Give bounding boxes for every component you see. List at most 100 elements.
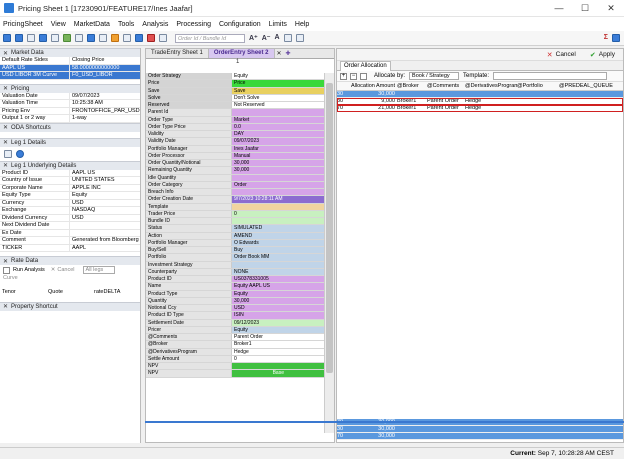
info-icon[interactable] bbox=[16, 149, 24, 158]
column-header[interactable]: @Comments bbox=[427, 82, 465, 90]
apply-button[interactable]: ✔ Apply bbox=[590, 51, 615, 59]
export-icon[interactable] bbox=[295, 34, 304, 42]
field-value[interactable]: Equity bbox=[232, 290, 324, 297]
close-icon[interactable]: ✕ bbox=[3, 162, 8, 169]
field-value[interactable]: Equity bbox=[232, 326, 324, 333]
property-row[interactable]: Ex Date bbox=[0, 229, 140, 237]
menu-analysis[interactable]: Analysis bbox=[142, 21, 168, 28]
field-value[interactable]: Not Reserved bbox=[232, 102, 324, 109]
field-row[interactable]: Remaining Quantity 30,000 bbox=[146, 167, 324, 175]
table-cell[interactable]: 9,000 bbox=[345, 98, 397, 104]
field-value[interactable]: Save bbox=[232, 87, 324, 94]
field-value[interactable]: ISIN bbox=[232, 312, 324, 319]
scroll-thumb[interactable] bbox=[326, 83, 333, 373]
table-cell[interactable] bbox=[465, 91, 517, 97]
field-row[interactable]: Order Quantity/Notional 30,000 bbox=[146, 160, 324, 168]
property-row[interactable]: Valuation Time 10:25:38 AM bbox=[0, 100, 140, 108]
field-value[interactable]: 30,000 bbox=[232, 167, 324, 174]
field-value[interactable]: Broker1 bbox=[232, 341, 324, 348]
table-cell[interactable] bbox=[517, 98, 559, 104]
chart-icon[interactable] bbox=[87, 34, 95, 42]
oda-shortcuts-section[interactable]: ✕ ODA Shortcuts bbox=[0, 122, 140, 132]
remove-icon[interactable]: − bbox=[350, 72, 357, 80]
copy-icon[interactable] bbox=[27, 34, 35, 42]
minimize-button[interactable]: — bbox=[546, 0, 572, 17]
close-icon[interactable]: ✕ bbox=[3, 85, 8, 92]
menu-processing[interactable]: Processing bbox=[176, 21, 211, 28]
property-value[interactable]: Equity bbox=[70, 192, 140, 199]
table-cell[interactable]: 70 bbox=[337, 105, 345, 111]
save-icon[interactable] bbox=[39, 34, 47, 42]
property-row[interactable]: TICKER AAPL bbox=[0, 244, 140, 252]
filter-icon[interactable] bbox=[123, 34, 131, 42]
column-header[interactable]: @PREDEAL_QUEUE bbox=[559, 82, 619, 90]
table-cell[interactable]: Parent Order bbox=[427, 98, 465, 104]
calc-icon[interactable] bbox=[111, 34, 119, 42]
table-cell[interactable]: Broker1 bbox=[397, 105, 427, 111]
property-row[interactable]: Dividend Currency USD bbox=[0, 214, 140, 222]
field-row[interactable]: Parent Id bbox=[146, 109, 324, 117]
table-cell[interactable]: Broker1 bbox=[397, 98, 427, 104]
field-value[interactable] bbox=[232, 189, 324, 196]
close-icon[interactable]: ✕ bbox=[3, 258, 8, 265]
alert-icon[interactable] bbox=[147, 34, 155, 42]
field-value[interactable]: Order bbox=[232, 181, 324, 188]
column-header[interactable] bbox=[337, 82, 345, 90]
field-value[interactable]: Manual bbox=[232, 152, 324, 159]
table-cell[interactable] bbox=[397, 91, 427, 97]
table-cell[interactable] bbox=[559, 98, 619, 104]
field-value[interactable]: Price bbox=[232, 80, 324, 87]
field-row[interactable]: Quantity 30,000 bbox=[146, 297, 324, 305]
menu-marketdata[interactable]: MarketData bbox=[74, 21, 110, 28]
field-row[interactable]: Portfolio Order Book MM bbox=[146, 254, 324, 262]
field-row[interactable]: Product Type Equity bbox=[146, 290, 324, 298]
table-row[interactable]: 70 21,000 Broker1 Parent Order Hedge bbox=[337, 105, 623, 112]
field-row[interactable]: Product ID US0378331005 bbox=[146, 276, 324, 284]
property-row[interactable]: Comment Generated from Bloomberg bbox=[0, 237, 140, 245]
cancel-button[interactable]: ✕ Cancel bbox=[547, 51, 576, 59]
field-row[interactable]: Reserved Not Reserved bbox=[146, 102, 324, 110]
table-cell[interactable]: 30 bbox=[337, 98, 345, 104]
field-value[interactable]: 9/7/2023 10:28:11 AM bbox=[232, 196, 324, 203]
menu-view[interactable]: View bbox=[51, 21, 66, 28]
allocate-by-select[interactable]: Book / Strategy bbox=[409, 72, 460, 80]
field-row[interactable]: NPV bbox=[146, 363, 324, 371]
table-cell[interactable]: Hedge bbox=[465, 105, 517, 111]
field-value[interactable]: Ines Jaafar bbox=[232, 145, 324, 152]
rate-cancel-button[interactable]: Cancel bbox=[57, 267, 74, 273]
property-row[interactable]: USD LIBOR 3M Curve F0_USD_LIBOR bbox=[0, 72, 140, 80]
field-value[interactable]: 30,000 bbox=[232, 297, 324, 304]
vertical-scrollbar[interactable] bbox=[324, 73, 334, 433]
table-cell[interactable]: Hedge bbox=[465, 98, 517, 104]
field-row[interactable]: Template bbox=[146, 203, 324, 211]
tab-add-icon[interactable]: ✚ bbox=[284, 49, 293, 58]
column-header[interactable]: @DerivativesProgram bbox=[465, 82, 517, 90]
font-bold-icon[interactable]: A bbox=[275, 34, 280, 42]
property-shortcut-section[interactable]: ✕ Property Shortcut bbox=[0, 301, 140, 311]
field-row[interactable]: Settlement Date 09/12/2023 bbox=[146, 319, 324, 327]
property-row[interactable]: Exchange NASDAQ bbox=[0, 207, 140, 215]
field-value[interactable]: AMEND bbox=[232, 232, 324, 239]
table-cell[interactable] bbox=[427, 91, 465, 97]
table-cell[interactable]: 30 bbox=[337, 91, 345, 97]
table-cell[interactable] bbox=[559, 91, 619, 97]
field-row[interactable]: Order Processor Manual bbox=[146, 152, 324, 160]
grid-icon[interactable] bbox=[63, 34, 71, 42]
property-value[interactable]: USD bbox=[70, 200, 140, 207]
curve-select[interactable]: Curve bbox=[0, 275, 140, 283]
field-row[interactable]: @Comments Parent Order bbox=[146, 334, 324, 342]
property-row[interactable]: Corporate Name APPLE INC bbox=[0, 184, 140, 192]
field-row[interactable]: Portfolio Manager Ines Jaafar bbox=[146, 145, 324, 153]
menu-help[interactable]: Help bbox=[295, 21, 309, 28]
field-value[interactable]: Equity AAPL US bbox=[232, 283, 324, 290]
property-value[interactable]: AAPL US bbox=[70, 170, 140, 177]
field-value[interactable]: 0 bbox=[232, 355, 324, 362]
field-row[interactable]: Order Category Order bbox=[146, 181, 324, 189]
property-row[interactable]: Valuation Date 09/07/2023 bbox=[0, 92, 140, 100]
field-row[interactable]: Order Creation Date 9/7/2023 10:28:11 AM bbox=[146, 196, 324, 204]
property-row[interactable]: Country of Issue UNITED STATES bbox=[0, 177, 140, 185]
property-value[interactable]: AAPL bbox=[70, 245, 140, 252]
field-value[interactable]: Equity bbox=[232, 73, 324, 80]
field-row[interactable]: Breach Info bbox=[146, 189, 324, 197]
tab-order-allocation[interactable]: Order Allocation bbox=[340, 61, 391, 71]
